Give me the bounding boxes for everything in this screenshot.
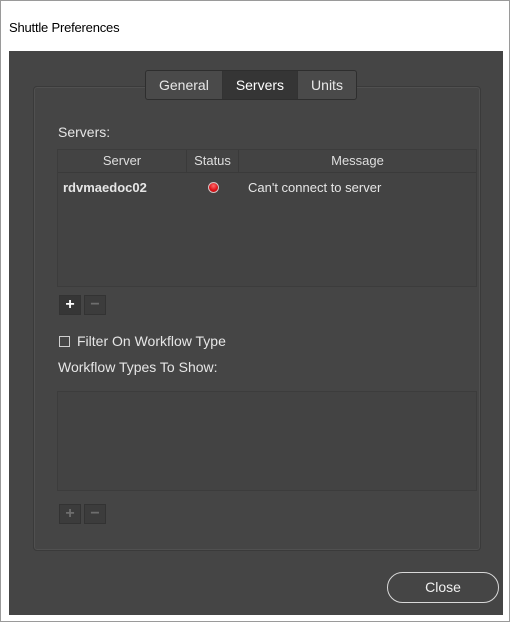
servers-button-group: + −: [59, 295, 109, 315]
servers-table: Server Status Message rdvmaedoc02 Can't …: [57, 149, 477, 287]
workflow-button-group: + −: [59, 504, 109, 524]
server-name: rdvmaedoc02: [63, 179, 147, 195]
column-header-message[interactable]: Message: [239, 150, 476, 172]
server-message: Can't connect to server: [248, 179, 382, 195]
remove-server-button[interactable]: −: [84, 295, 106, 315]
filter-workflow-checkbox[interactable]: [59, 335, 70, 347]
column-header-status[interactable]: Status: [187, 150, 239, 172]
error-status-icon: [207, 181, 219, 193]
tab-servers[interactable]: Servers: [221, 71, 298, 99]
title-bar[interactable]: Shuttle Preferences: [1, 1, 509, 51]
workflow-types-list[interactable]: [57, 391, 477, 491]
tab-units[interactable]: Units: [297, 71, 356, 99]
table-row[interactable]: rdvmaedoc02 Can't connect to server: [58, 173, 476, 201]
dialog-body: General Servers Units Servers: Server St…: [9, 51, 503, 615]
servers-table-header: Server Status Message: [58, 150, 476, 173]
column-header-server[interactable]: Server: [58, 150, 187, 172]
status-cell: [187, 181, 239, 193]
close-button[interactable]: Close: [387, 572, 499, 603]
tab-bar: General Servers Units: [145, 70, 357, 100]
remove-workflow-button[interactable]: −: [84, 504, 106, 524]
workflow-types-label: Workflow Types To Show:: [58, 359, 218, 375]
servers-label: Servers:: [58, 124, 111, 140]
add-workflow-button[interactable]: +: [59, 504, 81, 524]
add-server-button[interactable]: +: [59, 295, 81, 315]
window-title: Shuttle Preferences: [9, 20, 120, 35]
filter-workflow-label: Filter On Workflow Type: [77, 333, 226, 349]
tab-general[interactable]: General: [146, 71, 222, 99]
preferences-window: Shuttle Preferences General Servers Unit…: [0, 0, 510, 622]
filter-workflow-option[interactable]: Filter On Workflow Type: [59, 333, 226, 349]
